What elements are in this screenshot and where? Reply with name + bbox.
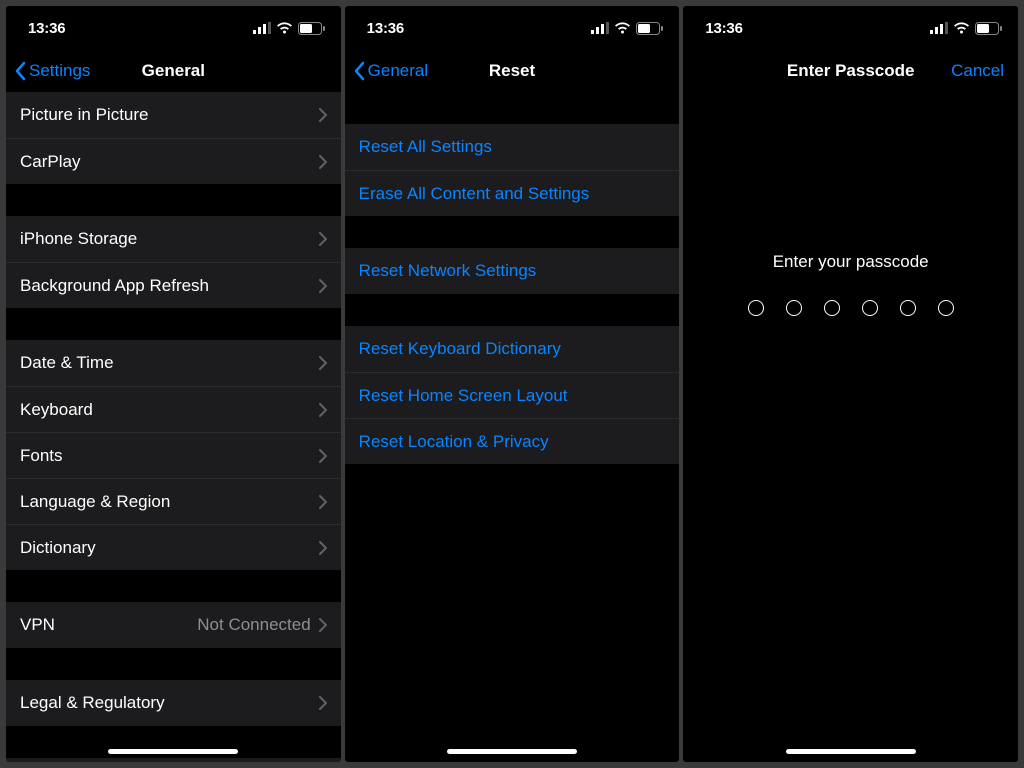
row-dictionary[interactable]: Dictionary: [6, 524, 341, 570]
row-carplay[interactable]: CarPlay: [6, 138, 341, 184]
status-time: 13:36: [367, 20, 404, 37]
row-vpn[interactable]: VPNNot Connected: [6, 602, 341, 648]
status-time: 13:36: [28, 20, 65, 37]
back-button-settings[interactable]: Settings: [14, 61, 90, 81]
chevron-right-icon: [319, 449, 327, 463]
chevron-left-icon: [353, 61, 365, 81]
status-icons: [591, 22, 663, 35]
status-icons: [930, 22, 1002, 35]
passcode-dot: [748, 300, 764, 316]
passcode-dot: [786, 300, 802, 316]
battery-icon: [298, 22, 325, 35]
back-label: General: [368, 61, 428, 81]
row-keyboard[interactable]: Keyboard: [6, 386, 341, 432]
nav-title: Reset: [489, 61, 535, 81]
row-reset-keyboard-dictionary[interactable]: Reset Keyboard Dictionary: [345, 326, 680, 372]
status-time: 13:36: [705, 20, 742, 37]
row-erase-all-content[interactable]: Erase All Content and Settings: [345, 170, 680, 216]
row-date-time[interactable]: Date & Time: [6, 340, 341, 386]
passcode-dot: [862, 300, 878, 316]
chevron-right-icon: [319, 618, 327, 632]
row-language-region[interactable]: Language & Region: [6, 478, 341, 524]
wifi-icon: [276, 22, 293, 34]
cancel-button[interactable]: Cancel: [951, 61, 1010, 81]
chevron-right-icon: [319, 108, 327, 122]
row-iphone-storage[interactable]: iPhone Storage: [6, 216, 341, 262]
row-reset-all-settings[interactable]: Reset All Settings: [345, 124, 680, 170]
reset-list[interactable]: Reset All Settings Erase All Content and…: [345, 92, 680, 762]
row-legal-regulatory[interactable]: Legal & Regulatory: [6, 680, 341, 726]
chevron-right-icon: [319, 155, 327, 169]
chevron-right-icon: [319, 495, 327, 509]
battery-icon: [636, 22, 663, 35]
status-bar: 13:36: [683, 6, 1018, 50]
chevron-right-icon: [319, 356, 327, 370]
passcode-dot: [900, 300, 916, 316]
row-reset[interactable]: Reset: [6, 758, 341, 762]
row-reset-home-screen-layout[interactable]: Reset Home Screen Layout: [345, 372, 680, 418]
passcode-dots[interactable]: [748, 300, 954, 316]
nav-title: General: [142, 61, 205, 81]
home-indicator[interactable]: [447, 749, 577, 754]
passcode-body: Enter your passcode: [683, 92, 1018, 762]
chevron-right-icon: [319, 541, 327, 555]
status-bar: 13:36: [6, 6, 341, 50]
chevron-right-icon: [319, 696, 327, 710]
home-indicator[interactable]: [108, 749, 238, 754]
status-icons: [253, 22, 325, 35]
cellular-icon: [253, 22, 271, 34]
row-background-app-refresh[interactable]: Background App Refresh: [6, 262, 341, 308]
cellular-icon: [591, 22, 609, 34]
passcode-prompt: Enter your passcode: [773, 252, 929, 272]
chevron-right-icon: [319, 403, 327, 417]
passcode-dot: [824, 300, 840, 316]
settings-list[interactable]: Picture in Picture CarPlay iPhone Storag…: [6, 92, 341, 762]
cellular-icon: [930, 22, 948, 34]
row-picture-in-picture[interactable]: Picture in Picture: [6, 92, 341, 138]
nav-bar: Enter Passcode Cancel: [683, 50, 1018, 92]
nav-bar: Settings General: [6, 50, 341, 92]
back-button-general[interactable]: General: [353, 61, 428, 81]
row-fonts[interactable]: Fonts: [6, 432, 341, 478]
row-reset-location-privacy[interactable]: Reset Location & Privacy: [345, 418, 680, 464]
row-reset-network-settings[interactable]: Reset Network Settings: [345, 248, 680, 294]
back-label: Settings: [29, 61, 90, 81]
chevron-left-icon: [14, 61, 26, 81]
nav-bar: General Reset: [345, 50, 680, 92]
home-indicator[interactable]: [786, 749, 916, 754]
status-bar: 13:36: [345, 6, 680, 50]
chevron-right-icon: [319, 232, 327, 246]
phone-general: 13:36 Settings General Picture in Pictur…: [6, 6, 341, 762]
chevron-right-icon: [319, 279, 327, 293]
wifi-icon: [614, 22, 631, 34]
phone-passcode: 13:36 Enter Passcode Cancel Enter your p…: [683, 6, 1018, 762]
phone-reset: 13:36 General Reset Reset All Settings E…: [345, 6, 680, 762]
wifi-icon: [953, 22, 970, 34]
vpn-status: Not Connected: [197, 615, 310, 635]
passcode-dot: [938, 300, 954, 316]
nav-title: Enter Passcode: [787, 61, 915, 81]
battery-icon: [975, 22, 1002, 35]
